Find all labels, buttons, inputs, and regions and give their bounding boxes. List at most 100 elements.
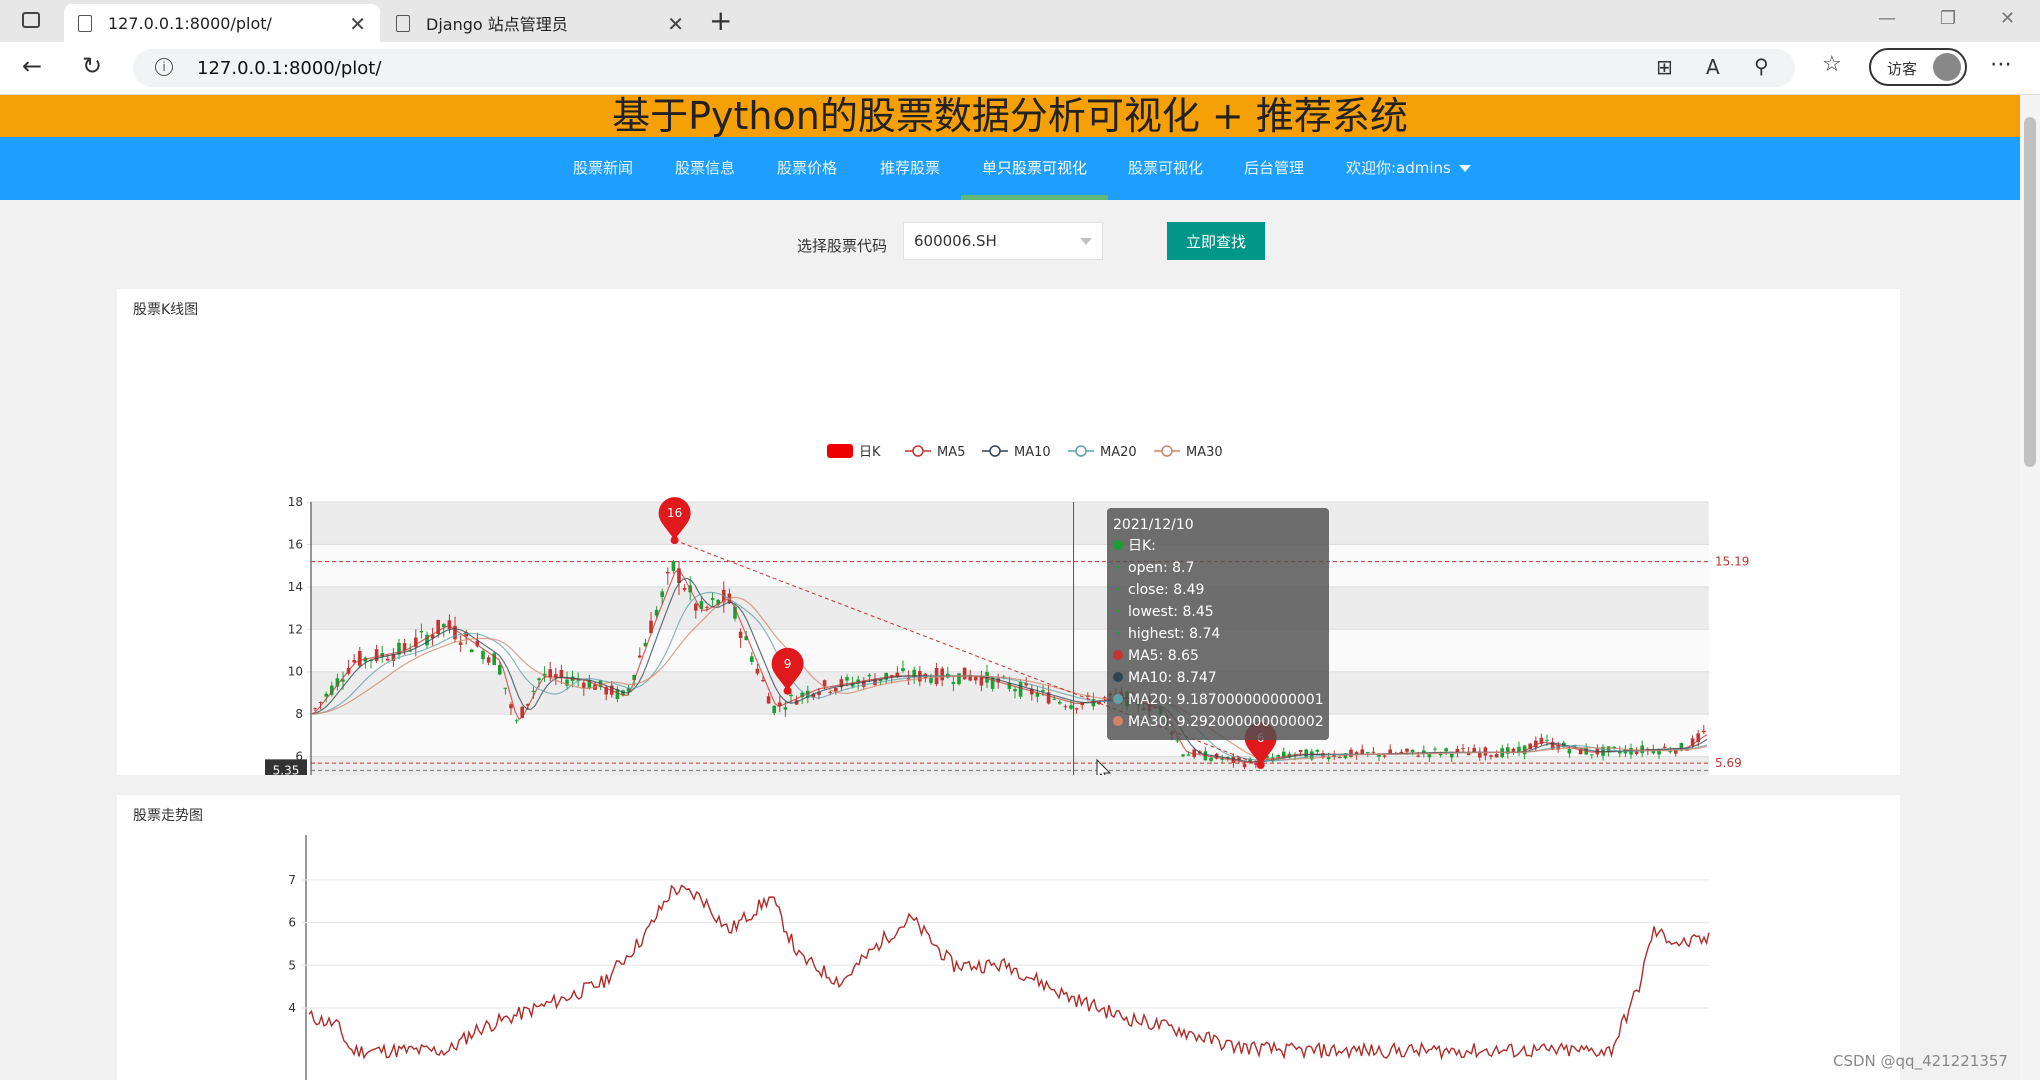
- mark-point-label: 16: [667, 506, 682, 520]
- url-field[interactable]: i 127.0.0.1:8000/plot/: [133, 49, 1795, 87]
- candle: [1405, 748, 1409, 752]
- candle: [1186, 754, 1191, 756]
- nav-item-visualization[interactable]: 股票可视化: [1128, 137, 1203, 200]
- candle: [1276, 755, 1280, 757]
- info-icon[interactable]: i: [155, 58, 173, 76]
- candle: [638, 655, 642, 658]
- candle: [1662, 746, 1667, 748]
- nav-item-admin[interactable]: 后台管理: [1244, 137, 1304, 200]
- address-bar: ← ↻ i 127.0.0.1:8000/plot/ ⊞ A ⚲ ☆ 访客 ⋯: [0, 42, 2040, 95]
- search-button[interactable]: 立即查找: [1167, 222, 1265, 260]
- candle: [974, 676, 978, 681]
- tab-plot[interactable]: 127.0.0.1:8000/plot/ ✕: [64, 4, 380, 42]
- candle: [1018, 681, 1023, 697]
- candle: [789, 694, 793, 697]
- nav-item-info[interactable]: 股票信息: [675, 137, 735, 200]
- nav-item-price[interactable]: 股票价格: [777, 137, 837, 200]
- trend-chart[interactable]: 4 5 6 7: [117, 795, 1900, 1080]
- trend-y-tick-label: 6: [288, 916, 296, 930]
- more-icon[interactable]: ⋯: [1990, 52, 2012, 77]
- tooltip-series-dot: [1113, 540, 1123, 550]
- tooltip-row: highest: 8.74: [1128, 626, 1220, 642]
- legend-item-ma30: MA30: [1186, 445, 1223, 460]
- close-tab-icon[interactable]: ✕: [667, 12, 684, 36]
- candle: [470, 649, 474, 653]
- candle: [1590, 754, 1594, 756]
- legend-line-swatch-dot: [1161, 445, 1173, 457]
- candle: [957, 673, 961, 685]
- tooltip-ma-dot: [1113, 672, 1123, 682]
- candle: [1388, 749, 1392, 754]
- new-tab-icon[interactable]: +: [709, 4, 732, 37]
- candle: [772, 705, 776, 714]
- candle: [453, 625, 457, 640]
- app-icon[interactable]: ⊞: [1656, 55, 1673, 79]
- legend-item-ma10: MA10: [1014, 445, 1051, 460]
- restore-icon[interactable]: ❐: [1940, 8, 1956, 29]
- kline-chart[interactable]: 日KMA5MA10MA20MA3046810121416182021/05/08…: [117, 289, 1900, 775]
- nav-item-single-stock[interactable]: 单只股票可视化: [961, 137, 1108, 200]
- guest-profile-button[interactable]: 访客: [1869, 48, 1967, 86]
- favorites-icon[interactable]: ☆: [1822, 52, 1842, 77]
- candle: [783, 707, 788, 710]
- candle: [1013, 689, 1017, 692]
- trend-y-tick-label: 5: [288, 958, 296, 972]
- tab-django-admin[interactable]: Django 站点管理员 ✕: [382, 4, 698, 42]
- stock-code-select[interactable]: 600006.SH: [903, 222, 1103, 260]
- browser-tab-bar: 127.0.0.1:8000/plot/ ✕ Django 站点管理员 ✕ + …: [0, 0, 2040, 42]
- tooltip-ma-dot: [1113, 716, 1123, 726]
- y-tick-label: 18: [288, 495, 303, 509]
- trend-card: 股票走势图 4567: [117, 795, 1900, 1080]
- tooltip-row: lowest: 8.45: [1128, 604, 1214, 620]
- candle: [1702, 730, 1706, 733]
- refresh-icon[interactable]: ↻: [82, 52, 102, 80]
- candle: [710, 598, 715, 600]
- candle: [1298, 749, 1303, 753]
- mark-line-label: 5.69: [1715, 756, 1742, 770]
- user-welcome: 欢迎你:admins: [1346, 159, 1451, 177]
- candle: [1450, 753, 1454, 758]
- candle: [1366, 752, 1370, 754]
- candle: [481, 650, 485, 660]
- close-window-icon[interactable]: ✕: [2000, 8, 2015, 29]
- candle: [682, 588, 687, 590]
- scrollbar-thumb[interactable]: [2024, 117, 2036, 467]
- candle: [1410, 749, 1415, 753]
- nav-item-news[interactable]: 股票新闻: [573, 137, 633, 200]
- tooltip-ma-row: MA5: 8.65: [1128, 648, 1199, 664]
- candle: [1181, 754, 1185, 757]
- guest-label: 访客: [1887, 60, 1918, 78]
- tab-title: 127.0.0.1:8000/plot/: [108, 13, 272, 33]
- candle: [1483, 747, 1488, 756]
- page-icon: [396, 14, 410, 32]
- candle: [531, 690, 536, 692]
- page-scrollbar[interactable]: [2020, 95, 2040, 1080]
- candle: [1545, 739, 1549, 741]
- candle: [901, 668, 905, 671]
- select-label: 选择股票代码: [797, 237, 888, 255]
- tab-actions-icon[interactable]: [22, 12, 40, 28]
- close-tab-icon[interactable]: ✕: [349, 12, 366, 36]
- tooltip-row-dot: [1116, 609, 1120, 613]
- nav-item-recommend[interactable]: 推荐股票: [880, 137, 940, 200]
- candle: [1668, 751, 1672, 753]
- back-icon[interactable]: ←: [22, 52, 42, 80]
- candle: [761, 680, 765, 682]
- tooltip-ma-dot: [1113, 650, 1123, 660]
- candle: [324, 693, 328, 697]
- candle: [1444, 748, 1448, 752]
- candle: [386, 658, 390, 661]
- candle: [1074, 708, 1079, 710]
- mark-line-label: 15.19: [1715, 555, 1749, 569]
- grid-band: [311, 502, 1709, 545]
- candle: [666, 571, 670, 574]
- candle: [705, 606, 709, 608]
- minimize-icon[interactable]: —: [1878, 8, 1896, 29]
- read-aloud-icon[interactable]: A: [1706, 55, 1720, 79]
- tooltip-ma-row: MA30: 9.292000000000002: [1128, 714, 1324, 730]
- nav-item-user-menu[interactable]: 欢迎你:admins: [1346, 137, 1471, 200]
- candle: [1382, 755, 1387, 757]
- legend-line-swatch-dot: [1075, 445, 1087, 457]
- zoom-icon[interactable]: ⚲: [1754, 54, 1769, 78]
- y-tick-label: 8: [295, 707, 303, 721]
